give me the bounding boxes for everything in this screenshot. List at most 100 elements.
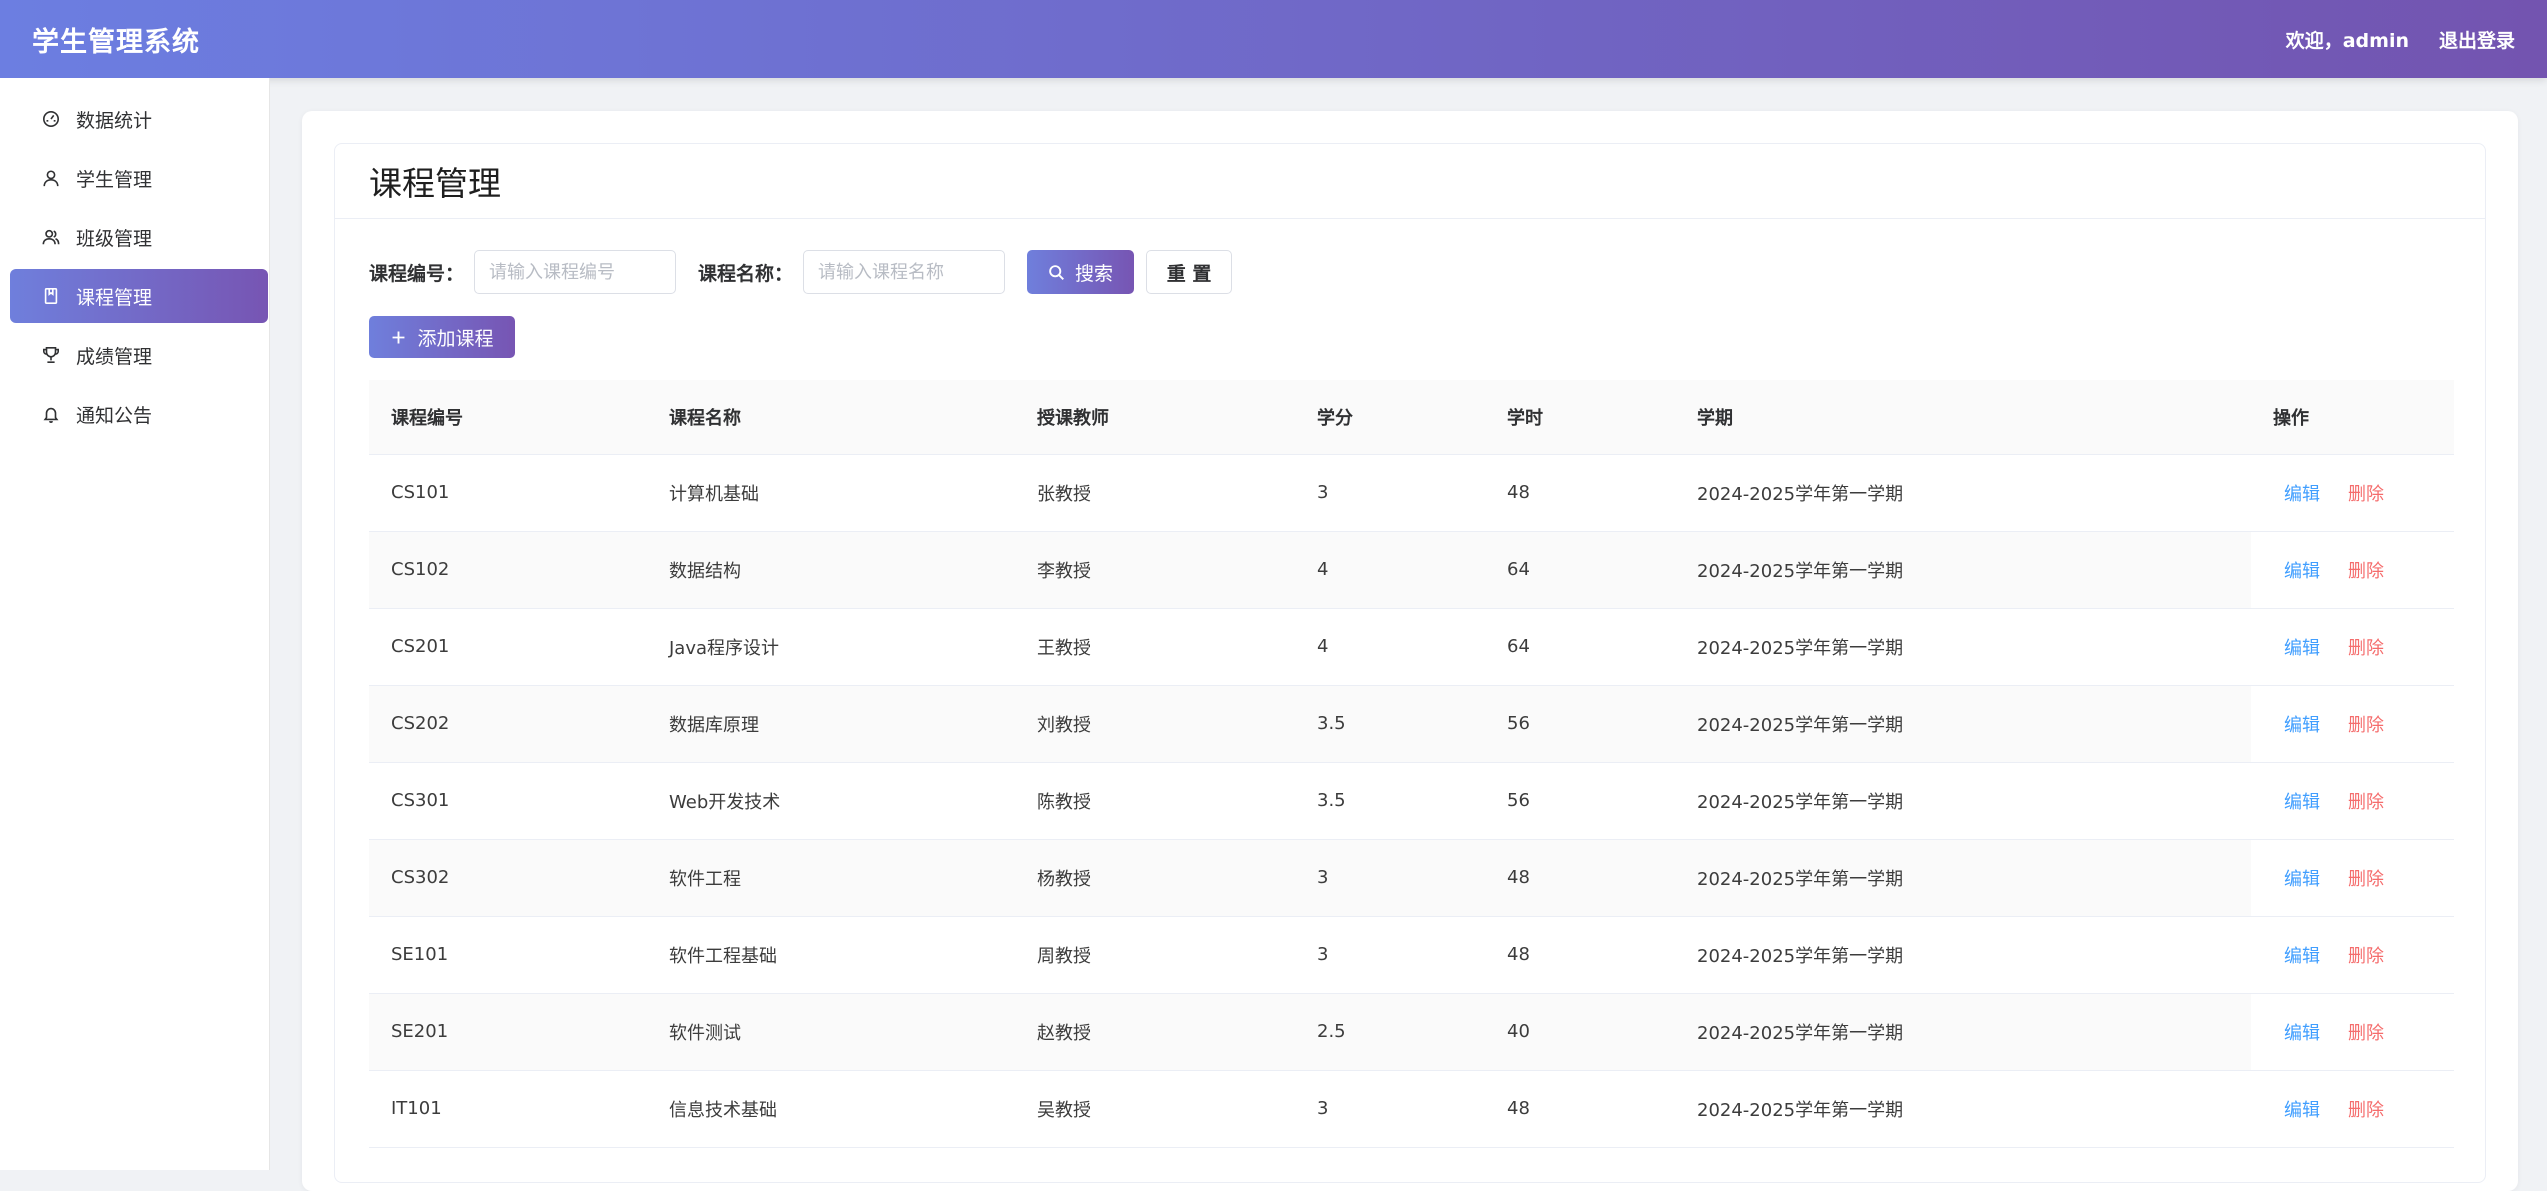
logout-link[interactable]: 退出登录 xyxy=(2439,26,2515,53)
sidebar: 数据统计 学生管理 班级管理 课程管理 成绩管理 通知公告 xyxy=(0,78,270,1170)
dashboard-icon xyxy=(42,110,60,128)
table-row: CS201 Java程序设计 王教授 4 64 2024-2025学年第一学期 编辑 删除 xyxy=(369,608,2454,686)
table-cell: 4 xyxy=(1295,608,1485,686)
table-cell: 计算机基础 xyxy=(647,454,1015,532)
add-course-button[interactable]: 添加课程 xyxy=(369,316,515,358)
delete-link[interactable]: 删除 xyxy=(2348,792,2384,813)
edit-link[interactable]: 编辑 xyxy=(2284,638,2320,659)
course-name-label: 课程名称： xyxy=(698,262,794,285)
welcome-text: 欢迎，admin xyxy=(2285,29,2409,52)
sidebar-item-label: 通知公告 xyxy=(76,404,153,427)
table-cell: 李教授 xyxy=(1015,531,1295,609)
table-row: IT101 信息技术基础 吴教授 3 48 2024-2025学年第一学期 编辑 删除 xyxy=(369,1070,2454,1148)
column-header: 操作 xyxy=(2251,380,2454,455)
table-cell: 2024-2025学年第一学期 xyxy=(1675,531,2251,609)
search-button[interactable]: 搜索 xyxy=(1027,250,1135,294)
table-cell: SE101 xyxy=(369,916,647,994)
app-title: 学生管理系统 xyxy=(32,26,200,58)
table-cell: 2024-2025学年第一学期 xyxy=(1675,839,2251,917)
column-header: 学期 xyxy=(1675,380,2251,455)
table-cell: 2024-2025学年第一学期 xyxy=(1675,608,2251,686)
table-cell: 软件工程基础 xyxy=(647,916,1015,994)
table-cell: 2024-2025学年第一学期 xyxy=(1675,1070,2251,1148)
table-cell: 48 xyxy=(1485,454,1675,532)
sidebar-item-label: 数据统计 xyxy=(76,109,153,132)
search-icon xyxy=(1049,264,1064,280)
edit-link[interactable]: 编辑 xyxy=(2284,1100,2320,1121)
table-row: CS302 软件工程 杨教授 3 48 2024-2025学年第一学期 编辑 删除 xyxy=(369,839,2454,917)
course-code-input[interactable] xyxy=(474,250,677,294)
table-cell: 数据库原理 xyxy=(647,685,1015,763)
table-cell: 杨教授 xyxy=(1015,839,1295,917)
table-cell: CS202 xyxy=(369,685,647,763)
reset-button[interactable]: 重 置 xyxy=(1146,250,1233,294)
edit-link[interactable]: 编辑 xyxy=(2284,869,2320,890)
course-code-label: 课程编号： xyxy=(369,262,465,285)
page-title: 课程管理 xyxy=(369,164,501,203)
table-cell: SE201 xyxy=(369,993,647,1071)
delete-link[interactable]: 删除 xyxy=(2348,715,2384,736)
table-cell: 2024-2025学年第一学期 xyxy=(1675,993,2251,1071)
sidebar-item-grades[interactable]: 成绩管理 xyxy=(10,328,268,382)
table-cell: 3.5 xyxy=(1295,685,1485,763)
table-cell: 2.5 xyxy=(1295,993,1485,1071)
delete-link[interactable]: 删除 xyxy=(2348,1100,2384,1121)
row-actions: 编辑 删除 xyxy=(2251,531,2454,609)
table-cell: CS301 xyxy=(369,762,647,840)
table-cell: 48 xyxy=(1485,839,1675,917)
table-cell: 吴教授 xyxy=(1015,1070,1295,1148)
table-cell: 2024-2025学年第一学期 xyxy=(1675,916,2251,994)
table-cell: 3 xyxy=(1295,839,1485,917)
table-row: CS301 Web开发技术 陈教授 3.5 56 2024-2025学年第一学期 编辑 删除 xyxy=(369,762,2454,840)
delete-link[interactable]: 删除 xyxy=(2348,1023,2384,1044)
sidebar-item-courses[interactable]: 课程管理 xyxy=(10,269,268,323)
sidebar-item-statistics[interactable]: 数据统计 xyxy=(10,92,268,146)
table-cell: 王教授 xyxy=(1015,608,1295,686)
sidebar-item-students[interactable]: 学生管理 xyxy=(10,151,268,205)
table-cell: 2024-2025学年第一学期 xyxy=(1675,454,2251,532)
edit-link[interactable]: 编辑 xyxy=(2284,561,2320,582)
table-cell: 2024-2025学年第一学期 xyxy=(1675,762,2251,840)
sidebar-item-classes[interactable]: 班级管理 xyxy=(10,210,268,264)
delete-link[interactable]: 删除 xyxy=(2348,638,2384,659)
row-actions: 编辑 删除 xyxy=(2251,993,2454,1071)
edit-link[interactable]: 编辑 xyxy=(2284,715,2320,736)
row-actions: 编辑 删除 xyxy=(2251,762,2454,840)
edit-link[interactable]: 编辑 xyxy=(2284,484,2320,505)
edit-link[interactable]: 编辑 xyxy=(2284,946,2320,967)
table-cell: 48 xyxy=(1485,916,1675,994)
table-cell: 64 xyxy=(1485,531,1675,609)
table-cell: 软件测试 xyxy=(647,993,1015,1071)
table-cell: CS201 xyxy=(369,608,647,686)
column-header: 课程名称 xyxy=(647,380,1015,455)
delete-link[interactable]: 删除 xyxy=(2348,484,2384,505)
table-cell: 40 xyxy=(1485,993,1675,1071)
row-actions: 编辑 删除 xyxy=(2251,916,2454,994)
table-cell: 2024-2025学年第一学期 xyxy=(1675,685,2251,763)
delete-link[interactable]: 删除 xyxy=(2348,561,2384,582)
row-actions: 编辑 删除 xyxy=(2251,839,2454,917)
table-cell: IT101 xyxy=(369,1070,647,1148)
delete-link[interactable]: 删除 xyxy=(2348,946,2384,967)
table-row: SE201 软件测试 赵教授 2.5 40 2024-2025学年第一学期 编辑 删除 xyxy=(369,993,2454,1071)
table-cell: 数据结构 xyxy=(647,531,1015,609)
course-table: 课程编号 课程名称 授课教师 学分 学时 学期 操作 CS101 计算机基础 张教授… xyxy=(369,380,2454,1148)
table-cell: 陈教授 xyxy=(1015,762,1295,840)
sidebar-item-label: 课程管理 xyxy=(76,286,153,309)
main-content: 课程管理 课程编号： 课程名称： 搜索 重 置 添加课程 课程编号 xyxy=(302,111,2518,1191)
edit-link[interactable]: 编辑 xyxy=(2284,792,2320,813)
card-header: 课程管理 xyxy=(335,144,2485,219)
table-cell: 64 xyxy=(1485,608,1675,686)
search-bar: 课程编号： 课程名称： 搜索 重 置 xyxy=(369,250,1233,294)
delete-link[interactable]: 删除 xyxy=(2348,869,2384,890)
row-actions: 编辑 删除 xyxy=(2251,608,2454,686)
sidebar-item-notices[interactable]: 通知公告 xyxy=(10,387,268,441)
edit-link[interactable]: 编辑 xyxy=(2284,1023,2320,1044)
column-header: 授课教师 xyxy=(1015,380,1295,455)
table-cell: 3 xyxy=(1295,454,1485,532)
table-cell: 56 xyxy=(1485,762,1675,840)
column-header: 课程编号 xyxy=(369,380,647,455)
top-header: 学生管理系统 欢迎，admin 退出登录 xyxy=(0,0,2547,78)
course-name-input[interactable] xyxy=(803,250,1006,294)
trophy-icon xyxy=(42,346,60,364)
